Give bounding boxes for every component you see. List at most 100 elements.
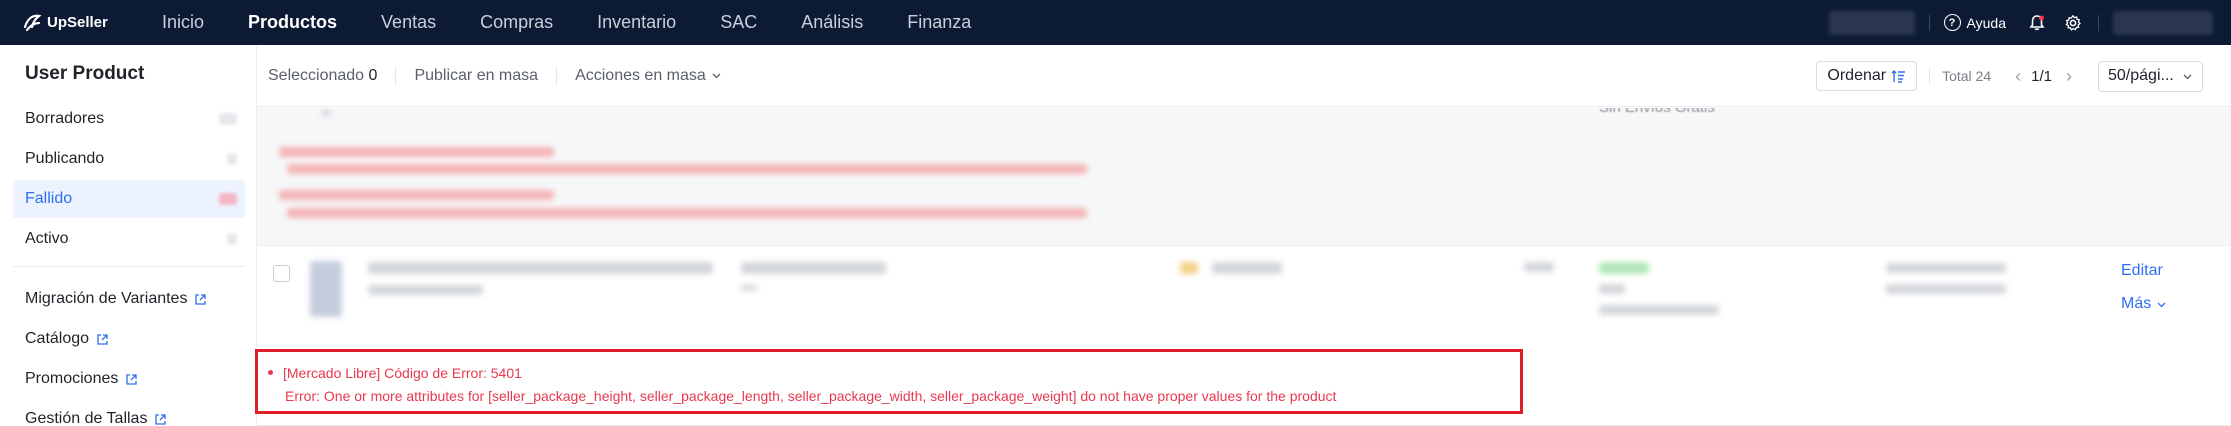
redacted-error-line xyxy=(279,147,554,157)
mass-actions-label: Acciones en masa xyxy=(575,66,706,84)
redacted-date-1 xyxy=(1886,263,2006,273)
chevron-down-icon xyxy=(2157,302,2166,307)
nav-sac[interactable]: SAC xyxy=(720,12,757,33)
divider xyxy=(395,66,397,85)
chevron-down-icon xyxy=(2183,74,2192,79)
redacted-sku-sub xyxy=(741,285,757,291)
redacted-user-avatar[interactable] xyxy=(2113,10,2213,35)
publish-mass-button[interactable]: Publicar en masa xyxy=(414,67,538,85)
redacted-product-title xyxy=(368,262,713,274)
sidebar-link-label: Migración de Variantes xyxy=(25,290,188,307)
error-source: [Mercado Libre] Código de Error: 5401 xyxy=(268,365,522,381)
count-badge xyxy=(227,233,237,245)
sidebar-link-gestion-tallas[interactable]: Gestión de Tallas xyxy=(13,400,245,426)
row-select-checkbox[interactable] xyxy=(273,265,290,282)
sidebar-item-borradores[interactable]: Borradores xyxy=(13,100,245,138)
app-name: UpSeller xyxy=(47,14,108,31)
divider xyxy=(1928,14,1930,31)
chevron-down-icon xyxy=(712,73,721,79)
next-page-chevron-icon[interactable]: › xyxy=(2066,66,2072,87)
sidebar-link-label: Promociones xyxy=(25,370,119,387)
sidebar-item-label: Activo xyxy=(25,230,69,247)
redacted-badge xyxy=(1180,262,1198,274)
sidebar-title: User Product xyxy=(25,63,145,84)
help-circle-icon: ? xyxy=(1943,14,1961,31)
sidebar-item-activo[interactable]: Activo xyxy=(13,220,245,258)
redacted-price xyxy=(1212,262,1282,274)
redacted-date-2 xyxy=(1886,284,2006,294)
external-link-icon xyxy=(195,293,207,305)
redacted-error-line xyxy=(287,208,1087,218)
help-label: Ayuda xyxy=(1966,14,2006,31)
sidebar-link-catalogo[interactable]: Catálogo xyxy=(13,320,245,358)
divider xyxy=(1929,67,1931,85)
count-badge xyxy=(219,113,237,125)
nav-productos[interactable]: Productos xyxy=(248,12,337,33)
nav-inicio[interactable]: Inicio xyxy=(162,12,204,33)
error-message-highlight: [Mercado Libre] Código de Error: 5401 Er… xyxy=(255,349,1523,414)
error-code: [Mercado Libre] Código de Error: 5401 xyxy=(283,365,522,381)
sidebar-item-label: Borradores xyxy=(25,110,105,127)
sidebar-item-label: Fallido xyxy=(25,190,73,207)
selected-indicator: Seleccionado 0 xyxy=(268,67,377,85)
error-message: Error: One or more attributes for [selle… xyxy=(285,388,1337,404)
redacted-error-line xyxy=(279,190,554,200)
redacted-product-image xyxy=(310,261,342,317)
redacted-status-badge xyxy=(1599,262,1649,274)
top-right-tools: ? Ayuda xyxy=(1828,0,2231,45)
redacted-shipping-text xyxy=(1599,305,1719,315)
redacted-store-selector[interactable] xyxy=(1828,10,1915,35)
redacted-status-text xyxy=(1599,284,1625,294)
page-size-select[interactable]: 50/pági... xyxy=(2098,60,2203,92)
redacted-sku xyxy=(741,262,886,274)
order-button[interactable]: Ordenar xyxy=(1816,61,1918,91)
external-link-icon xyxy=(155,413,167,425)
sidebar-divider xyxy=(13,266,245,267)
sidebar: User Product Borradores Publicando Falli… xyxy=(0,45,257,426)
sidebar-link-label: Gestión de Tallas xyxy=(25,410,148,426)
count-badge xyxy=(219,193,237,205)
page-size-value: 50/pági... xyxy=(2108,67,2174,84)
nav-inventario[interactable]: Inventario xyxy=(597,12,676,33)
external-link-icon xyxy=(97,333,108,345)
bell-icon[interactable] xyxy=(2026,12,2048,34)
nav-analisis[interactable]: Análisis xyxy=(801,12,863,33)
edit-link[interactable]: Editar xyxy=(2121,262,2163,280)
sort-icon xyxy=(1891,69,1906,83)
external-link-icon xyxy=(126,373,138,385)
help-button[interactable]: ? Ayuda xyxy=(1943,14,2006,31)
main-nav: Inicio Productos Ventas Compras Inventar… xyxy=(162,12,1015,33)
more-dropdown[interactable]: Más xyxy=(2121,295,2167,313)
toolbar-right: Ordenar Total 24 ‹ 1/1 › 50/pági... xyxy=(1816,45,2231,107)
redacted-error-line xyxy=(287,164,1087,174)
sidebar-item-publicando[interactable]: Publicando xyxy=(13,140,245,178)
list-toolbar: Seleccionado 0 Publicar en masa Acciones… xyxy=(257,45,2231,107)
mass-actions-dropdown[interactable]: Acciones en masa xyxy=(575,67,722,85)
sidebar-link-promociones[interactable]: Promociones xyxy=(13,360,245,398)
sidebar-item-fallido[interactable]: Fallido xyxy=(13,180,245,218)
page-indicator: 1/1 xyxy=(2031,67,2052,85)
gear-icon[interactable] xyxy=(2062,12,2084,34)
nav-compras[interactable]: Compras xyxy=(480,12,553,33)
sidebar-link-label: Catálogo xyxy=(25,330,90,347)
order-label: Ordenar xyxy=(1827,67,1887,84)
prev-page-chevron-icon[interactable]: ‹ xyxy=(2015,66,2021,87)
previous-row-tail: Sin Envíos Gratis xyxy=(257,108,2231,138)
redacted-errors-previous-product xyxy=(257,138,2231,246)
shipping-label: Sin Envíos Gratis xyxy=(1599,108,1715,116)
more-label: Más xyxy=(2121,295,2152,312)
redacted-text xyxy=(321,110,331,116)
divider xyxy=(2098,14,2099,31)
nav-ventas[interactable]: Ventas xyxy=(381,12,436,33)
nav-finanza[interactable]: Finanza xyxy=(907,12,971,33)
top-navbar: UpSeller Inicio Productos Ventas Compras… xyxy=(0,0,2231,45)
redacted-product-meta xyxy=(368,285,483,295)
count-badge xyxy=(227,153,237,165)
selected-label: Seleccionado xyxy=(268,66,365,84)
redacted-stock xyxy=(1524,262,1554,272)
divider xyxy=(556,66,558,85)
upseller-logo-icon xyxy=(23,14,42,31)
sidebar-item-label: Publicando xyxy=(25,150,105,167)
upseller-logo[interactable]: UpSeller xyxy=(22,13,142,33)
sidebar-link-migracion[interactable]: Migración de Variantes xyxy=(13,280,245,318)
